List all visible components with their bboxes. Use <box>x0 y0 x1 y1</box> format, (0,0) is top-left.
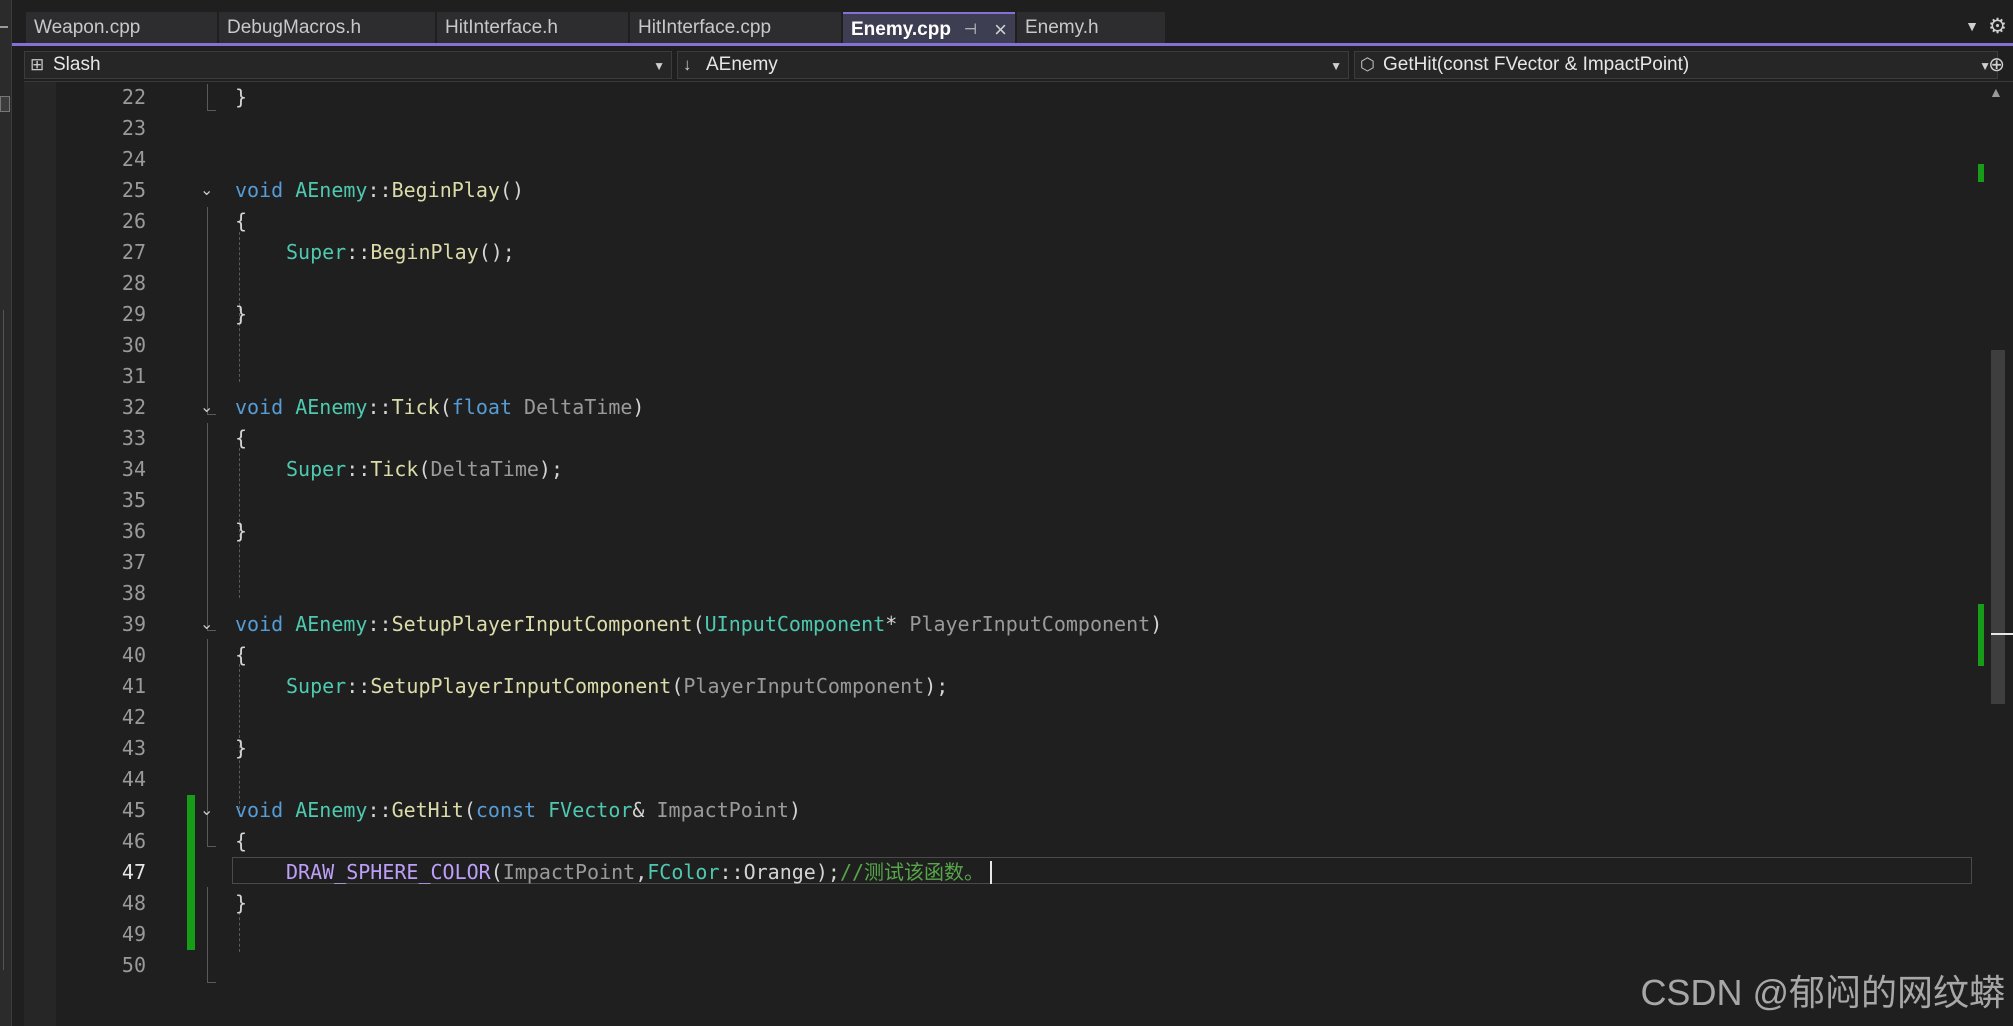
line-number: 24 <box>121 147 146 171</box>
code-line-39: ⌄ void AEnemy::SetupPlayerInputComponent… <box>24 609 1977 640</box>
code-text: DRAW_SPHERE_COLOR(ImpactPoint,FColor::Or… <box>286 860 985 884</box>
left-strip-divider <box>3 310 7 970</box>
code-line-22: } <box>24 82 1977 113</box>
code-line-40: { <box>24 640 1977 671</box>
scroll-up-arrow-icon[interactable]: ▲ <box>1989 84 2003 100</box>
code-text: Super::Tick(DeltaTime); <box>286 457 563 481</box>
code-text: void AEnemy::BeginPlay() <box>235 178 525 202</box>
code-line-34: Super::Tick(DeltaTime); <box>24 454 1977 485</box>
fold-chevron-icon[interactable]: ⌄ <box>200 175 213 206</box>
tab-label: DebugMacros.h <box>227 17 362 38</box>
code-line-45: ⌄ void AEnemy::GetHit(const FVector& Imp… <box>24 795 1977 826</box>
scroll-thumb[interactable] <box>1991 350 2005 704</box>
change-marker <box>1978 164 1984 182</box>
project-label: Slash <box>53 54 101 75</box>
close-icon[interactable]: × <box>994 14 1007 43</box>
code-text: { <box>235 829 248 853</box>
scope-label: AEnemy <box>706 54 778 75</box>
code-line-47: DRAW_SPHERE_COLOR(ImpactPoint,FColor::Or… <box>24 857 1977 888</box>
navigation-bar: ⊞ Slash ▼ ↓ AEnemy ▼ ⬡ GetHit(const FVec… <box>24 49 2013 82</box>
code-line-27: Super::BeginPlay(); <box>24 237 1977 268</box>
member-label: GetHit(const FVector & ImpactPoint) <box>1383 54 1690 75</box>
method-cube-icon: ⬡ <box>1360 55 1375 74</box>
code-text: { <box>235 209 248 233</box>
code-text: } <box>235 85 248 109</box>
code-text: } <box>235 519 248 543</box>
code-text: void AEnemy::SetupPlayerInputComponent(U… <box>235 612 1163 636</box>
line-number: 44 <box>121 767 146 791</box>
line-number: 30 <box>121 333 146 357</box>
code-line-46: { <box>24 826 1977 857</box>
code-line-33: { <box>24 423 1977 454</box>
code-editor[interactable]: 22 23 24 25 26 27 28 29 30 31 32 33 34 35 36 37 38 39 40 41… <box>24 82 1977 1026</box>
document-tab-bar: Weapon.cpp DebugMacros.h HitInterface.h … <box>12 0 2013 46</box>
code-line-41: Super::SetupPlayerInputComponent(PlayerI… <box>24 671 1977 702</box>
chevron-down-icon: ▼ <box>1330 59 1342 73</box>
line-number: 50 <box>121 953 146 977</box>
chevron-down-icon: ▼ <box>653 59 665 73</box>
code-line-36: } <box>24 516 1977 547</box>
watermark: CSDN @郁闷的网纹蟒 <box>1640 972 2005 1013</box>
left-strip-button[interactable] <box>0 96 10 112</box>
line-number: 23 <box>121 116 146 140</box>
tab-label: Enemy.h <box>1025 17 1099 38</box>
tab-debugmacros-h[interactable]: DebugMacros.h <box>219 12 435 43</box>
fold-chevron-icon[interactable]: ⌄ <box>200 392 213 423</box>
line-number: 37 <box>121 550 146 574</box>
text-caret <box>990 861 993 884</box>
scope-dropdown[interactable]: ↓ AEnemy ▼ <box>677 51 1349 79</box>
tab-hitinterface-cpp[interactable]: HitInterface.cpp <box>630 12 841 43</box>
line-number: 42 <box>121 705 146 729</box>
caret-position-marker <box>1991 633 2013 635</box>
project-dropdown[interactable]: ⊞ Slash ▼ <box>24 51 672 79</box>
code-line-25: ⌄ void AEnemy::BeginPlay() <box>24 175 1977 206</box>
split-window-icon[interactable]: ⊕ <box>1988 52 2005 77</box>
code-text: { <box>235 643 248 667</box>
tab-enemy-h[interactable]: Enemy.h <box>1017 12 1165 43</box>
code-text: Super::BeginPlay(); <box>286 240 515 264</box>
tab-label: HitInterface.cpp <box>638 17 772 38</box>
tab-label: Enemy.cpp <box>851 19 951 40</box>
left-tool-strip <box>0 0 12 1026</box>
vertical-scrollbar[interactable]: ▲ <box>1977 82 2013 1026</box>
change-marker <box>1978 604 1984 666</box>
left-strip-mark <box>0 26 8 28</box>
tab-label: Weapon.cpp <box>34 17 141 38</box>
project-icon: ⊞ <box>30 55 45 74</box>
chevron-down-icon[interactable]: ▼ <box>1965 18 1979 34</box>
line-number: 49 <box>121 922 146 946</box>
tab-label: HitInterface.h <box>445 17 558 38</box>
line-number: 38 <box>121 581 146 605</box>
tab-enemy-cpp[interactable]: Enemy.cpp ⊣ × <box>843 12 1015 43</box>
fold-chevron-icon[interactable]: ⌄ <box>200 609 213 640</box>
code-line-32: ⌄ void AEnemy::Tick(float DeltaTime) <box>24 392 1977 423</box>
tab-hitinterface-h[interactable]: HitInterface.h <box>437 12 628 43</box>
code-text: { <box>235 426 248 450</box>
line-number: 31 <box>121 364 146 388</box>
code-line-43: } <box>24 733 1977 764</box>
arrow-down-icon: ↓ <box>683 55 692 74</box>
code-text: } <box>235 736 248 760</box>
pin-icon[interactable]: ⊣ <box>964 14 977 43</box>
line-number: 28 <box>121 271 146 295</box>
code-line-48: } <box>24 888 1977 919</box>
code-text: void AEnemy::GetHit(const FVector& Impac… <box>235 798 802 822</box>
gear-icon[interactable]: ⚙ <box>1988 14 2007 39</box>
code-text: Super::SetupPlayerInputComponent(PlayerI… <box>286 674 949 698</box>
fold-chevron-icon[interactable]: ⌄ <box>200 795 213 826</box>
code-text: } <box>235 302 248 326</box>
line-number: 35 <box>121 488 146 512</box>
code-line-26: { <box>24 206 1977 237</box>
code-line-29: } <box>24 299 1977 330</box>
code-text: } <box>235 891 248 915</box>
code-text: void AEnemy::Tick(float DeltaTime) <box>235 395 645 419</box>
tab-weapon-cpp[interactable]: Weapon.cpp <box>26 12 217 43</box>
member-dropdown[interactable]: ⬡ GetHit(const FVector & ImpactPoint) ▼ <box>1354 51 1998 79</box>
